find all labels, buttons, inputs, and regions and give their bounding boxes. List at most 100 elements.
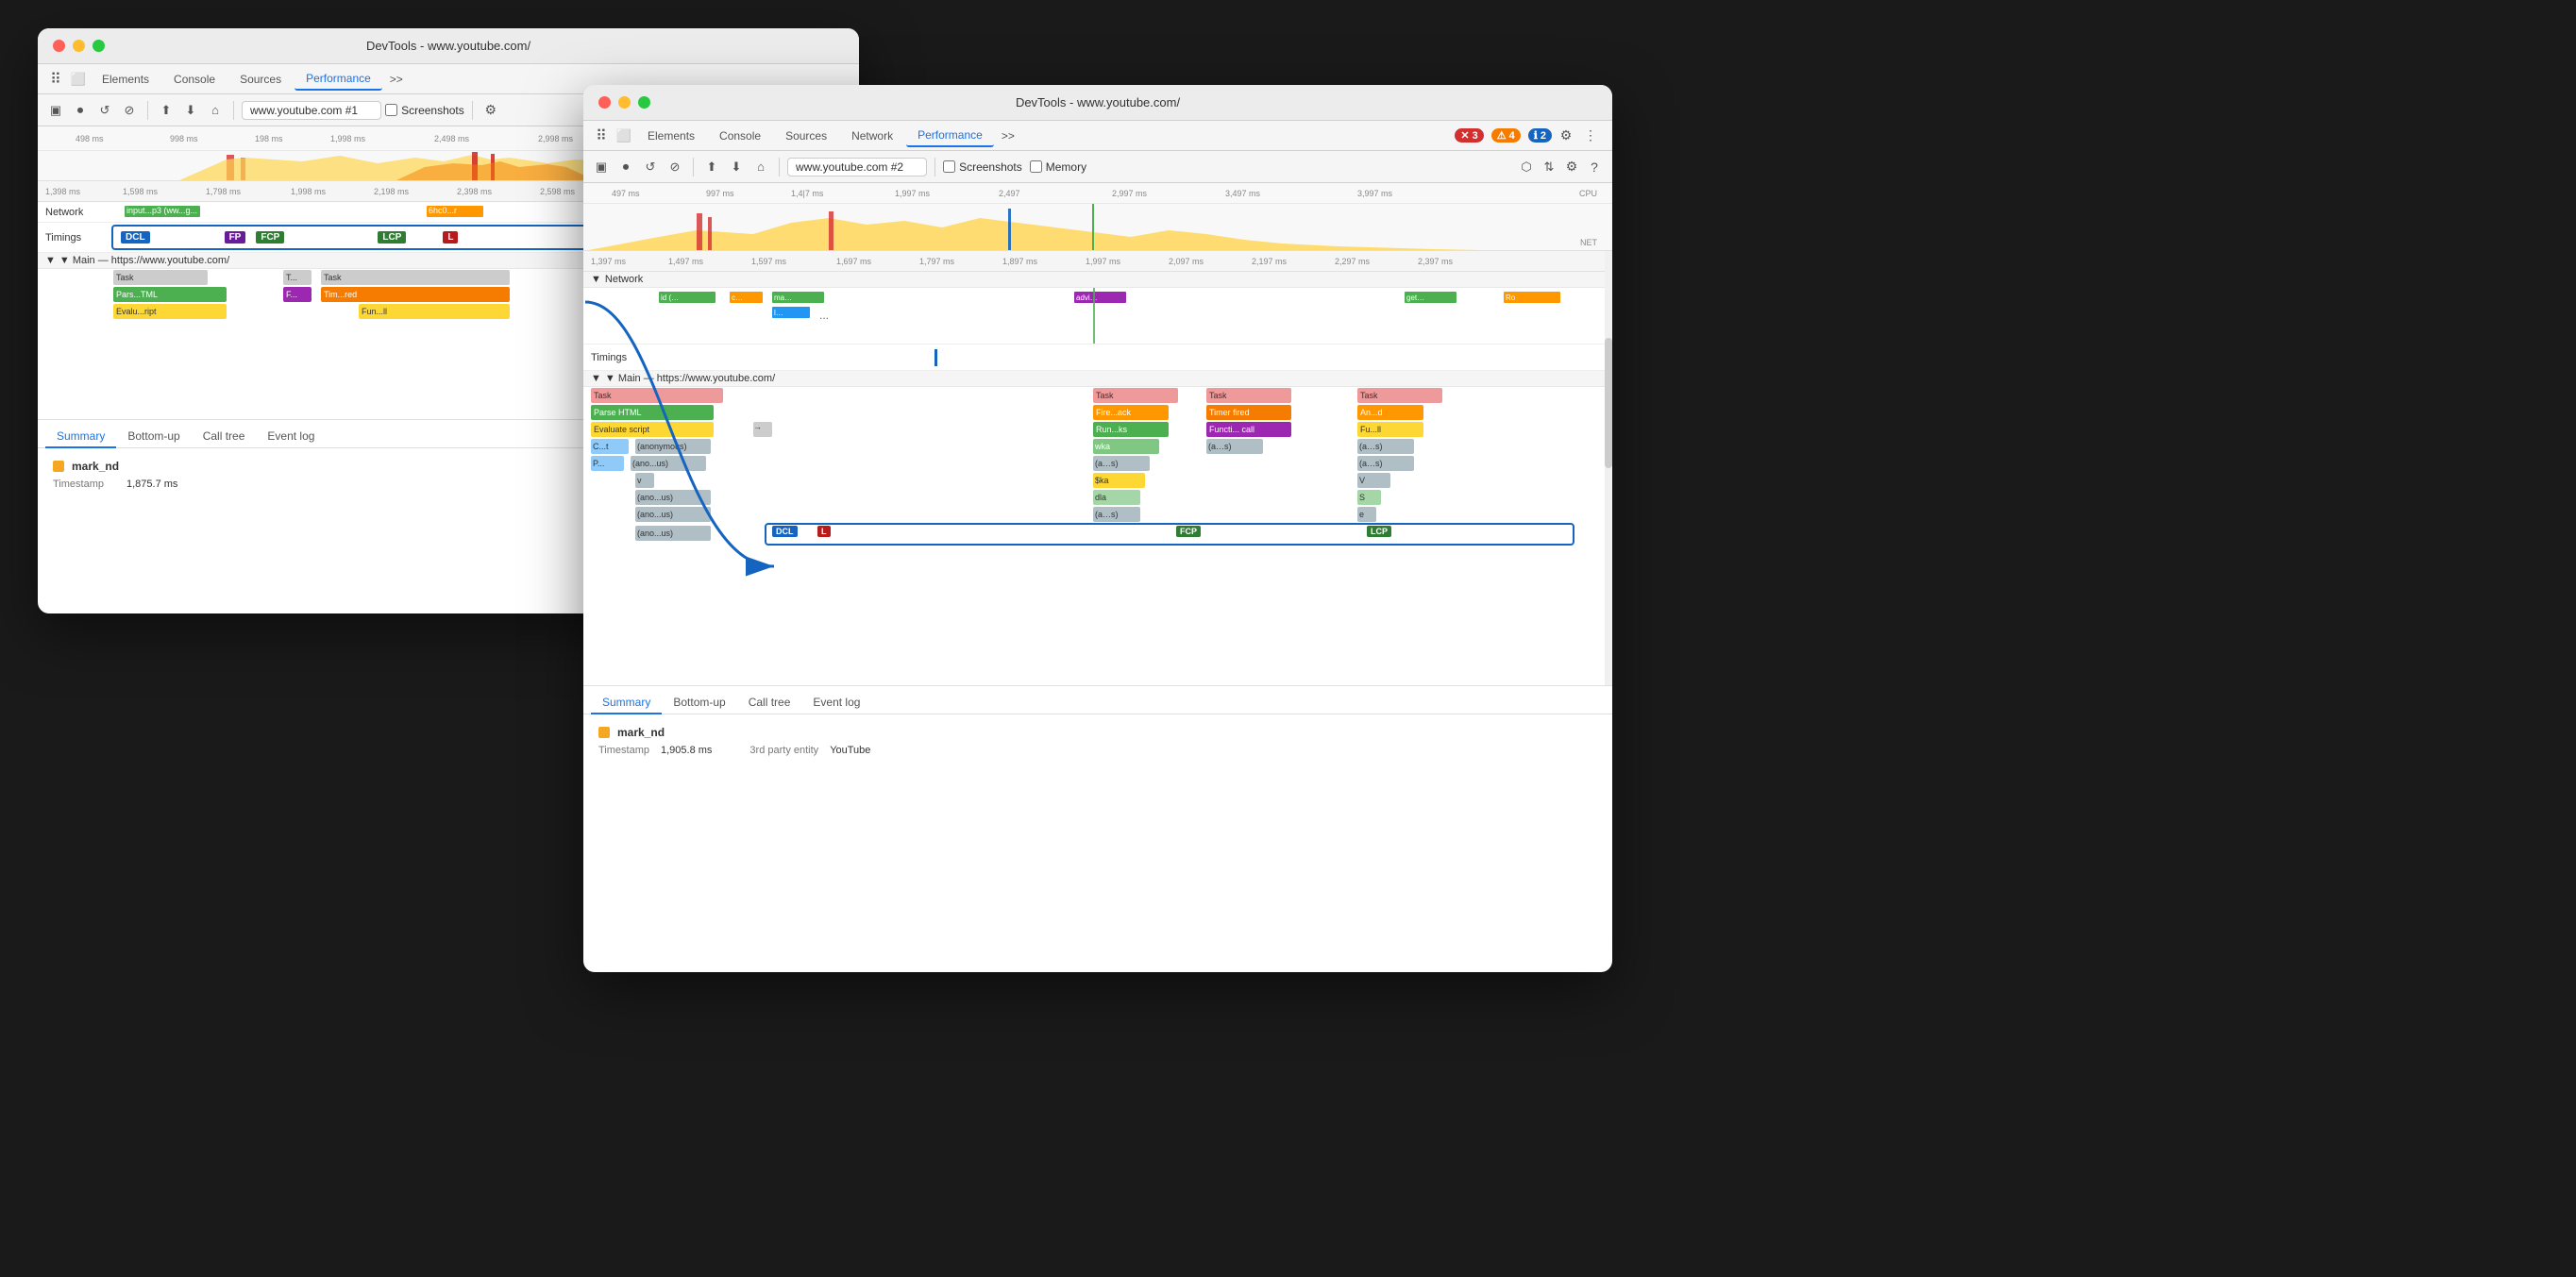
- ska-2[interactable]: $ka: [1093, 473, 1145, 488]
- task-bar-2d[interactable]: Task: [1357, 388, 1442, 403]
- tab-console-2[interactable]: Console: [708, 126, 772, 146]
- net-req-6[interactable]: get…: [1405, 292, 1456, 303]
- parse-html-bar-1[interactable]: Pars...TML: [113, 287, 227, 302]
- as-2c[interactable]: (a…s): [1093, 456, 1150, 471]
- download-icon-2[interactable]: ⬇: [726, 157, 747, 177]
- fu-ll-2[interactable]: Fu...ll: [1357, 422, 1423, 437]
- record-icon-1[interactable]: ⏺: [70, 100, 91, 121]
- bottom-up-tab-1[interactable]: Bottom-up: [116, 426, 191, 448]
- net-req-4[interactable]: l…: [772, 307, 810, 318]
- task-bar-1[interactable]: Task: [113, 270, 208, 285]
- url-select-1[interactable]: www.youtube.com #1: [242, 101, 381, 120]
- gear-icon-1[interactable]: ⚙: [480, 100, 501, 121]
- run-ks-2[interactable]: Run...ks: [1093, 422, 1169, 437]
- fun-bar-1[interactable]: Fun...ll: [359, 304, 510, 319]
- record-icon-2[interactable]: ⏺: [615, 157, 636, 177]
- tab-elements-2[interactable]: Elements: [636, 126, 706, 146]
- gear-icon-2[interactable]: ⚙: [1556, 126, 1576, 146]
- reload-icon-2[interactable]: ↺: [640, 157, 661, 177]
- upload-icon-2[interactable]: ⬆: [701, 157, 722, 177]
- mobile-icon-2[interactable]: ⬜: [614, 126, 634, 146]
- f-bar-1[interactable]: F...: [283, 287, 311, 302]
- task-bar-2b[interactable]: Task: [1093, 388, 1178, 403]
- net-req-3[interactable]: c…: [730, 292, 763, 303]
- call-tree-tab-1[interactable]: Call tree: [192, 426, 257, 448]
- scrollbar-thumb-2[interactable]: [1605, 338, 1612, 468]
- wka-2[interactable]: wka: [1093, 439, 1159, 454]
- scrollbar-2[interactable]: [1605, 251, 1612, 685]
- screenshots-check-1[interactable]: [385, 104, 397, 116]
- reload-icon-1[interactable]: ↺: [94, 100, 115, 121]
- net-req-5[interactable]: advi…: [1074, 292, 1126, 303]
- summary-tab-2[interactable]: Summary: [591, 692, 662, 714]
- throttle-icon-2[interactable]: ⬡: [1516, 157, 1537, 177]
- as-2b[interactable]: (a…s): [1357, 439, 1414, 454]
- anous-2[interactable]: (ano...us): [631, 456, 706, 471]
- bottom-up-tab-2[interactable]: Bottom-up: [662, 692, 736, 714]
- traffic-lights-1[interactable]: [53, 40, 105, 52]
- net-req-7[interactable]: Ro: [1504, 292, 1560, 303]
- network-throttle-icon-2[interactable]: ⇅: [1539, 157, 1559, 177]
- as-2a[interactable]: (a…s): [1206, 439, 1263, 454]
- net-req-1[interactable]: id (…: [659, 292, 716, 303]
- tab-elements-1[interactable]: Elements: [91, 69, 160, 90]
- s-2[interactable]: S: [1357, 490, 1381, 505]
- home-icon-2[interactable]: ⌂: [750, 157, 771, 177]
- event-log-tab-1[interactable]: Event log: [256, 426, 326, 448]
- an-d-2[interactable]: An...d: [1357, 405, 1423, 420]
- anous-2c[interactable]: (ano...us): [635, 507, 711, 522]
- screenshots-checkbox-2[interactable]: Screenshots: [943, 160, 1022, 174]
- main-section-2[interactable]: ▼ ▼ Main — https://www.youtube.com/: [583, 371, 1612, 387]
- screenshots-check-2[interactable]: [943, 160, 955, 173]
- event-log-tab-2[interactable]: Event log: [801, 692, 871, 714]
- t-bar-1[interactable]: T...: [283, 270, 311, 285]
- screenshots-checkbox-1[interactable]: Screenshots: [385, 104, 464, 117]
- maximize-button-2[interactable]: [638, 96, 650, 109]
- timer-fired-2[interactable]: Timer fired: [1206, 405, 1291, 420]
- memory-check-2[interactable]: [1030, 160, 1042, 173]
- ct-2[interactable]: C...t: [591, 439, 629, 454]
- parse-html-2[interactable]: Parse HTML: [591, 405, 714, 420]
- url-select-2[interactable]: www.youtube.com #2: [787, 158, 927, 176]
- minimize-button-2[interactable]: [618, 96, 631, 109]
- close-button-2[interactable]: [598, 96, 611, 109]
- timer-bar-1[interactable]: Tim...red: [321, 287, 510, 302]
- tab-sources-2[interactable]: Sources: [774, 126, 838, 146]
- close-button-1[interactable]: [53, 40, 65, 52]
- tab-performance-1[interactable]: Performance: [295, 68, 382, 91]
- memory-checkbox-2[interactable]: Memory: [1030, 160, 1086, 174]
- call-tree-tab-2[interactable]: Call tree: [737, 692, 802, 714]
- summary-tab-1[interactable]: Summary: [45, 426, 116, 448]
- anous-2d[interactable]: (ano...us): [635, 526, 711, 541]
- traffic-lights-2[interactable]: [598, 96, 650, 109]
- download-icon-1[interactable]: ⬇: [180, 100, 201, 121]
- fire-ack-2[interactable]: Fire...ack: [1093, 405, 1169, 420]
- panel-icon-1[interactable]: ▣: [45, 100, 66, 121]
- e-2[interactable]: e: [1357, 507, 1376, 522]
- task-bar-2[interactable]: Task: [321, 270, 510, 285]
- tab-overflow-1[interactable]: >>: [384, 71, 409, 88]
- functi-call-2[interactable]: Functi... call: [1206, 422, 1291, 437]
- settings-icon-2[interactable]: ⚙: [1561, 157, 1582, 177]
- help-icon-2[interactable]: ?: [1584, 157, 1605, 177]
- eval-script-2[interactable]: Evaluate script: [591, 422, 714, 437]
- as-2d[interactable]: (a…s): [1357, 456, 1414, 471]
- network-section-2[interactable]: ▼ Network: [583, 272, 1612, 288]
- maximize-button-1[interactable]: [93, 40, 105, 52]
- eval-bar-1[interactable]: Evalu...ript: [113, 304, 227, 319]
- mobile-icon-1[interactable]: ⬜: [68, 69, 89, 90]
- clear-icon-2[interactable]: ⊘: [665, 157, 685, 177]
- net-req-2[interactable]: ma…: [772, 292, 824, 303]
- task-bar-2a[interactable]: Task: [591, 388, 723, 403]
- p-2[interactable]: P...: [591, 456, 624, 471]
- anon-2a[interactable]: (anonymous): [635, 439, 711, 454]
- devtools-icon-2[interactable]: ⠿: [591, 126, 612, 146]
- minimize-button-1[interactable]: [73, 40, 85, 52]
- tab-sources-1[interactable]: Sources: [228, 69, 293, 90]
- as-2e[interactable]: (a…s): [1093, 507, 1140, 522]
- upload-icon-1[interactable]: ⬆: [156, 100, 177, 121]
- task-bar-2c[interactable]: Task: [1206, 388, 1291, 403]
- more-icon-2[interactable]: ⋮: [1580, 126, 1601, 146]
- tab-console-1[interactable]: Console: [162, 69, 227, 90]
- v-2[interactable]: v: [635, 473, 654, 488]
